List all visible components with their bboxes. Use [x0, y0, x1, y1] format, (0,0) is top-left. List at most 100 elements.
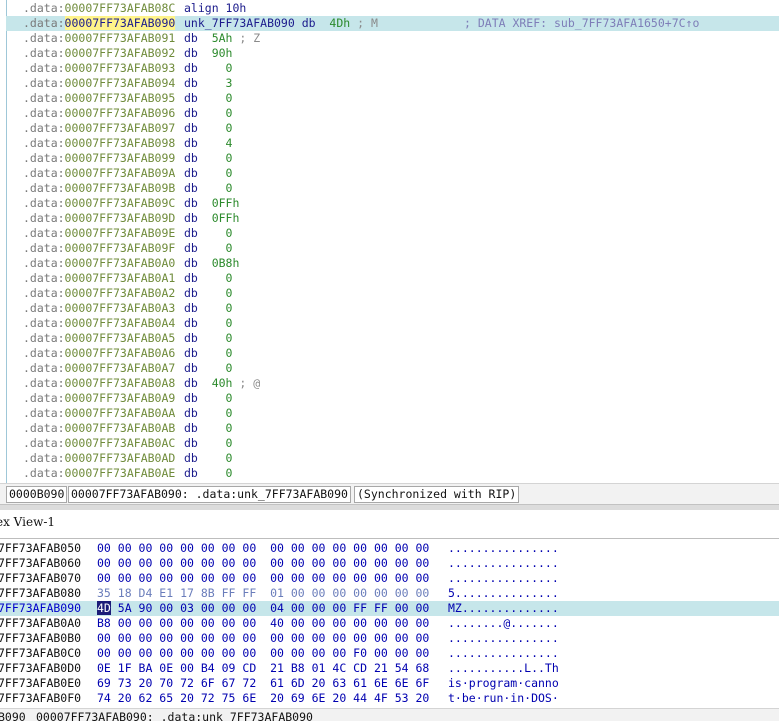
- hex-row[interactable]: 7FF73AFAB060 00 00 00 00 00 00 00 00 00 0…: [0, 556, 779, 571]
- disasm-line[interactable]: .data:00007FF73AFAB093 db 0: [6, 61, 779, 76]
- operand[interactable]: 0: [212, 346, 233, 360]
- disasm-line[interactable]: .data:00007FF73AFAB0AB db 0: [6, 421, 779, 436]
- hex-row[interactable]: 7FF73AFAB0F0 74 20 62 65 20 72 75 6E 20 6…: [0, 691, 779, 706]
- hex-row-bytes[interactable]: 74 20 62 65 20 72 75 6E 20 69 6E 20 44 4…: [97, 691, 429, 706]
- disasm-line[interactable]: .data:00007FF73AFAB0A8 db 40h ; @: [6, 376, 779, 391]
- operand[interactable]: 0: [212, 391, 233, 405]
- hex-row-bytes[interactable]: B8 00 00 00 00 00 00 00 40 00 00 00 00 0…: [97, 616, 429, 631]
- hex-row[interactable]: 7FF73AFAB0C0 00 00 00 00 00 00 00 00 00 0…: [0, 646, 779, 661]
- operand[interactable]: 0: [212, 121, 233, 135]
- disasm-line[interactable]: .data:00007FF73AFAB0AA db 0: [6, 406, 779, 421]
- hex-row[interactable]: 7FF73AFAB0D0 0E 1F BA 0E 00 B4 09 CD 21 B…: [0, 661, 779, 676]
- operand[interactable]: 0: [212, 151, 233, 165]
- hex-row-ascii[interactable]: ........@.......: [448, 616, 559, 631]
- operand[interactable]: 0: [212, 286, 233, 300]
- disasm-line[interactable]: .data:00007FF73AFAB0A1 db 0: [6, 271, 779, 286]
- disasm-line[interactable]: .data:00007FF73AFAB09F db 0: [6, 241, 779, 256]
- disasm-line[interactable]: .data:00007FF73AFAB0A5 db 0: [6, 331, 779, 346]
- hex-row[interactable]: 7FF73AFAB080 35 18 D4 E1 17 8B FF FF 01 0…: [0, 586, 779, 601]
- operand[interactable]: 0: [212, 436, 233, 450]
- hex-row-ascii[interactable]: ................: [448, 631, 559, 646]
- hex-row-bytes[interactable]: 00 00 00 00 00 00 00 00 00 00 00 00 00 0…: [97, 631, 429, 646]
- hex-row-ascii[interactable]: ................: [448, 571, 559, 586]
- operand[interactable]: 90h: [212, 46, 233, 60]
- disasm-line[interactable]: .data:00007FF73AFAB098 db 4: [6, 136, 779, 151]
- operand[interactable]: 0: [212, 316, 233, 330]
- hex-row-bytes[interactable]: 00 00 00 00 00 00 00 00 00 00 00 00 00 0…: [97, 556, 429, 571]
- xref-comment[interactable]: ; DATA XREF: sub_7FF73AFA1650+7C↑o: [464, 16, 699, 31]
- disasm-line[interactable]: .data:00007FF73AFAB08C align 10h: [6, 1, 779, 16]
- hex-row-ascii[interactable]: ...........L..Th: [448, 661, 559, 676]
- hex-row-ascii[interactable]: t·be·run·in·DOS·: [448, 691, 559, 706]
- operand[interactable]: 0: [212, 406, 233, 420]
- disassembly-view[interactable]: .data:00007FF73AFAB08C align 10h .data:000…: [0, 0, 779, 483]
- disasm-line[interactable]: .data:00007FF73AFAB0A3 db 0: [6, 301, 779, 316]
- hex-row-ascii[interactable]: MZ..............: [448, 601, 559, 616]
- operand[interactable]: 0: [212, 466, 233, 480]
- disasm-line[interactable]: .data:00007FF73AFAB09A db 0: [6, 166, 779, 181]
- disasm-line[interactable]: .data:00007FF73AFAB0AD db 0: [6, 451, 779, 466]
- disasm-line[interactable]: .data:00007FF73AFAB0A6 db 0: [6, 346, 779, 361]
- disasm-line[interactable]: .data:00007FF73AFAB090 unk_7FF73AFAB090 d…: [6, 16, 779, 31]
- disasm-line[interactable]: .data:00007FF73AFAB0A0 db 0B8h: [6, 256, 779, 271]
- operand[interactable]: 0: [212, 361, 233, 375]
- disasm-line[interactable]: .data:00007FF73AFAB09C db 0FFh: [6, 196, 779, 211]
- disasm-line[interactable]: .data:00007FF73AFAB0A9 db 0: [6, 391, 779, 406]
- hex-row-ascii[interactable]: 5...............: [448, 586, 559, 601]
- hex-row-ascii[interactable]: ................: [448, 646, 559, 661]
- hex-row-ascii[interactable]: is·program·canno: [448, 676, 559, 691]
- hex-row-bytes[interactable]: 4D 5A 90 00 03 00 00 00 04 00 00 00 FF F…: [97, 601, 429, 616]
- disasm-line[interactable]: .data:00007FF73AFAB09B db 0: [6, 181, 779, 196]
- disasm-line[interactable]: .data:00007FF73AFAB09D db 0FFh: [6, 211, 779, 226]
- operand[interactable]: 4Dh: [329, 16, 350, 30]
- operand[interactable]: 0: [212, 271, 233, 285]
- disasm-line[interactable]: .data:00007FF73AFAB0AC db 0: [6, 436, 779, 451]
- disasm-line[interactable]: .data:00007FF73AFAB0AE db 0: [6, 466, 779, 481]
- hex-row-bytes[interactable]: 35 18 D4 E1 17 8B FF FF 01 00 00 00 00 0…: [97, 586, 429, 601]
- operand[interactable]: 0: [212, 91, 233, 105]
- operand[interactable]: 3: [212, 76, 233, 90]
- hex-row-bytes[interactable]: 00 00 00 00 00 00 00 00 00 00 00 00 00 0…: [97, 541, 429, 556]
- hex-row[interactable]: 7FF73AFAB050 00 00 00 00 00 00 00 00 00 0…: [0, 541, 779, 556]
- disasm-line[interactable]: .data:00007FF73AFAB091 db 5Ah ; Z: [6, 31, 779, 46]
- operand[interactable]: 0: [212, 181, 233, 195]
- hex-row[interactable]: 7FF73AFAB0B0 00 00 00 00 00 00 00 00 00 0…: [0, 631, 779, 646]
- disasm-line[interactable]: .data:00007FF73AFAB094 db 3: [6, 76, 779, 91]
- disasm-line[interactable]: .data:00007FF73AFAB096 db 0: [6, 106, 779, 121]
- operand[interactable]: 5Ah: [212, 31, 233, 45]
- hex-view[interactable]: 7FF73AFAB050 00 00 00 00 00 00 00 00 00 0…: [0, 539, 779, 708]
- operand[interactable]: 4: [212, 136, 233, 150]
- hex-row-ascii[interactable]: ................: [448, 556, 559, 571]
- operand[interactable]: 0FFh: [212, 196, 240, 210]
- disasm-line[interactable]: .data:00007FF73AFAB0A7 db 0: [6, 361, 779, 376]
- operand[interactable]: 0: [212, 421, 233, 435]
- hex-row-bytes[interactable]: 0E 1F BA 0E 00 B4 09 CD 21 B8 01 4C CD 2…: [97, 661, 429, 676]
- hex-row[interactable]: 7FF73AFAB0A0 B8 00 00 00 00 00 00 00 40 0…: [0, 616, 779, 631]
- disasm-line[interactable]: .data:00007FF73AFAB099 db 0: [6, 151, 779, 166]
- hex-row[interactable]: 7FF73AFAB0E0 69 73 20 70 72 6F 67 72 61 6…: [0, 676, 779, 691]
- operand[interactable]: 0: [212, 331, 233, 345]
- operand[interactable]: 0: [212, 61, 233, 75]
- hex-row-ascii[interactable]: ................: [448, 541, 559, 556]
- disasm-line[interactable]: .data:00007FF73AFAB09E db 0: [6, 226, 779, 241]
- disasm-line[interactable]: .data:00007FF73AFAB0A4 db 0: [6, 316, 779, 331]
- operand[interactable]: 0: [212, 301, 233, 315]
- hex-row[interactable]: 7FF73AFAB070 00 00 00 00 00 00 00 00 00 0…: [0, 571, 779, 586]
- tab-hex-view[interactable]: ex View-1: [0, 515, 55, 530]
- operand[interactable]: 40h: [212, 376, 233, 390]
- disasm-line[interactable]: .data:00007FF73AFAB092 db 90h: [6, 46, 779, 61]
- operand[interactable]: 0B8h: [212, 256, 240, 270]
- operand[interactable]: 0: [212, 451, 233, 465]
- hex-cursor-byte[interactable]: 4D: [97, 601, 111, 615]
- operand[interactable]: 0FFh: [212, 211, 240, 225]
- operand[interactable]: 0: [212, 226, 233, 240]
- disasm-line[interactable]: .data:00007FF73AFAB097 db 0: [6, 121, 779, 136]
- hex-row[interactable]: 7FF73AFAB090 4D 5A 90 00 03 00 00 00 04 0…: [0, 601, 779, 616]
- hex-row-bytes[interactable]: 00 00 00 00 00 00 00 00 00 00 00 00 F0 0…: [97, 646, 429, 661]
- operand[interactable]: 0: [212, 166, 233, 180]
- operand[interactable]: 0: [212, 106, 233, 120]
- hex-row-bytes[interactable]: 00 00 00 00 00 00 00 00 00 00 00 00 00 0…: [97, 571, 429, 586]
- operand[interactable]: 0: [212, 241, 233, 255]
- disasm-line[interactable]: .data:00007FF73AFAB0A2 db 0: [6, 286, 779, 301]
- disasm-line[interactable]: .data:00007FF73AFAB095 db 0: [6, 91, 779, 106]
